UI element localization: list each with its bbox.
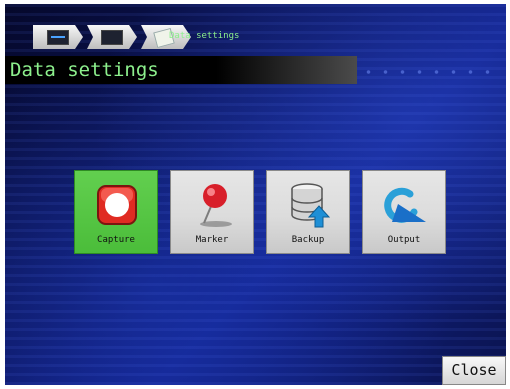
breadcrumb-title: Data settings xyxy=(169,31,240,41)
function-buttons: Capture Marker Backup Output xyxy=(74,170,458,254)
breadcrumb: Data settings xyxy=(33,24,239,50)
page-title: Data settings xyxy=(10,59,159,81)
backup-button[interactable]: Backup xyxy=(266,170,350,254)
database-upload-icon xyxy=(291,183,330,228)
data-settings-screen: Data settings Data settings Capture Mark… xyxy=(5,4,506,385)
capture-button[interactable]: Capture xyxy=(74,170,158,254)
close-button[interactable]: Close xyxy=(442,356,506,385)
breadcrumb-item-monitor[interactable] xyxy=(33,25,83,49)
monitor-icon xyxy=(47,30,69,45)
record-icon xyxy=(97,185,137,225)
pin-icon xyxy=(200,184,232,227)
capture-label: Capture xyxy=(97,235,135,245)
output-button[interactable]: Output xyxy=(362,170,446,254)
breadcrumb-item-display[interactable] xyxy=(87,25,137,49)
marker-button[interactable]: Marker xyxy=(170,170,254,254)
marker-label: Marker xyxy=(195,235,229,245)
backup-label: Backup xyxy=(291,235,325,245)
title-bar: Data settings xyxy=(5,56,357,84)
display-icon xyxy=(101,30,123,45)
output-arrow-icon xyxy=(384,187,426,223)
output-label: Output xyxy=(387,235,421,245)
